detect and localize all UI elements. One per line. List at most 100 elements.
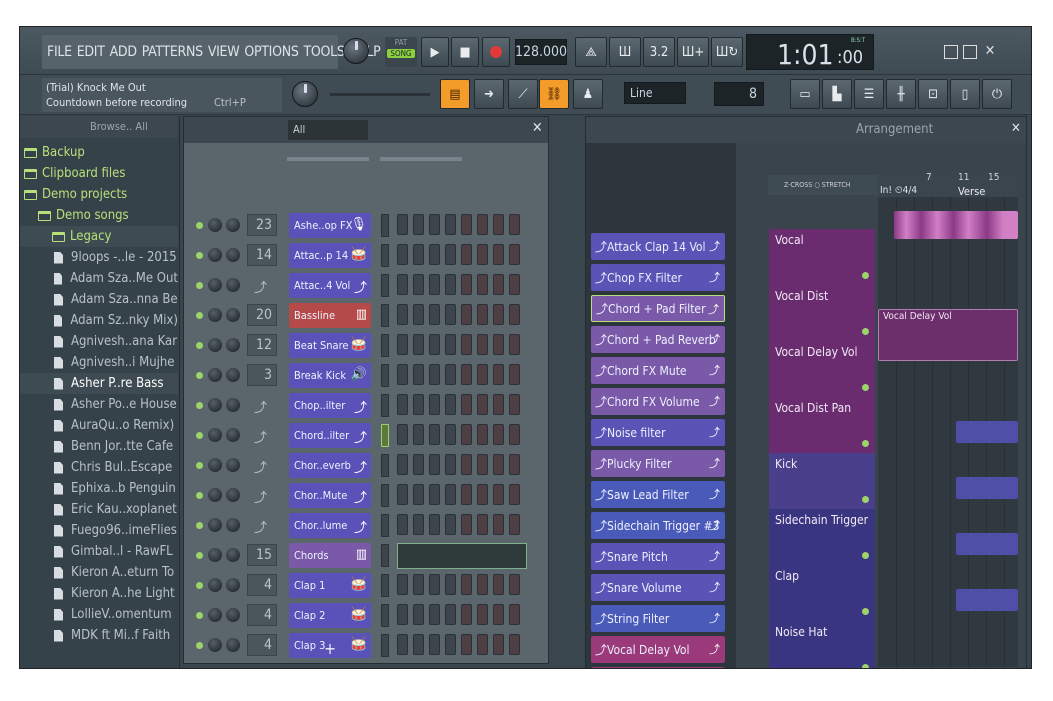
step-button[interactable] bbox=[397, 364, 408, 385]
playlist-close-button[interactable]: ✕ bbox=[1011, 121, 1021, 136]
channel-volume-knob[interactable] bbox=[226, 578, 240, 592]
channel-led[interactable] bbox=[196, 222, 203, 229]
step-button[interactable] bbox=[445, 274, 456, 295]
channel-select[interactable] bbox=[381, 574, 389, 597]
pattern-clip-source[interactable]: ⤴ Chord FX Volume ⤴ bbox=[591, 388, 725, 415]
step-button[interactable] bbox=[445, 214, 456, 235]
channel-name-button[interactable]: Attac..4 Vol ⤴ bbox=[289, 273, 371, 298]
channel-pan-knob[interactable] bbox=[208, 488, 222, 502]
vocal-delay-vol-clip[interactable]: Vocal Delay Vol bbox=[878, 309, 1018, 361]
channel-select[interactable] bbox=[381, 274, 389, 297]
mixer-track-field[interactable]: 20 bbox=[247, 304, 277, 326]
browser-file[interactable]: Adam Sza..nna Be bbox=[20, 289, 178, 310]
step-button[interactable] bbox=[445, 304, 456, 325]
channel-volume-knob[interactable] bbox=[226, 548, 240, 562]
countdown-button[interactable]: 3.2 bbox=[643, 37, 675, 67]
step-button[interactable] bbox=[493, 604, 504, 625]
browser-file[interactable]: Kieron A..he Light bbox=[20, 583, 178, 604]
step-button[interactable] bbox=[397, 424, 408, 445]
step-button[interactable] bbox=[429, 574, 440, 595]
channel-name-button[interactable]: Chor..lume ⤴ bbox=[289, 513, 371, 538]
piano-roll-preview[interactable] bbox=[397, 543, 527, 569]
step-button[interactable] bbox=[461, 304, 472, 325]
mixer-track-field[interactable]: 12 bbox=[247, 334, 277, 356]
channel-led[interactable] bbox=[196, 642, 203, 649]
step-value-field[interactable]: 8 bbox=[714, 82, 764, 106]
mixer-view-button[interactable]: ╫ bbox=[886, 79, 916, 109]
menu-options[interactable]: OPTIONS bbox=[244, 44, 298, 60]
pattern-clip-source[interactable]: ⤴ Chord + Pad Filter ⤴ bbox=[591, 295, 725, 322]
step-button[interactable] bbox=[445, 574, 456, 595]
step-button[interactable] bbox=[413, 484, 424, 505]
channel-volume-knob[interactable] bbox=[226, 488, 240, 502]
channel-volume-knob[interactable] bbox=[226, 368, 240, 382]
link-button[interactable]: ⛓ bbox=[539, 79, 569, 109]
mixer-track-field[interactable]: 4 bbox=[247, 604, 277, 626]
channel-name-button[interactable]: Clap 2 🥁 bbox=[289, 603, 371, 628]
menu-view[interactable]: VIEW bbox=[208, 44, 240, 60]
snap-select[interactable]: Line bbox=[624, 82, 686, 104]
channel-pan-knob[interactable] bbox=[208, 248, 222, 262]
track-mute-led[interactable] bbox=[862, 496, 869, 503]
playlist-grid[interactable]: Vocal Delay Vol bbox=[878, 197, 1018, 667]
channel-name-button[interactable]: Chords ▥ bbox=[289, 543, 371, 568]
channel-select[interactable] bbox=[381, 304, 389, 327]
browser-file[interactable]: Chris Bul..Escape bbox=[20, 457, 178, 478]
channel-led[interactable] bbox=[196, 552, 203, 559]
channel-select[interactable] bbox=[381, 454, 389, 477]
record-button[interactable] bbox=[482, 37, 510, 67]
step-button[interactable] bbox=[397, 394, 408, 415]
browser-folder[interactable]: Legacy bbox=[20, 226, 178, 247]
step-button[interactable] bbox=[461, 424, 472, 445]
step-button[interactable] bbox=[445, 424, 456, 445]
playlist-track[interactable]: Vocal Dist bbox=[769, 285, 875, 341]
step-button[interactable] bbox=[429, 604, 440, 625]
browser-folder[interactable]: Clipboard files bbox=[20, 163, 178, 184]
channel-led[interactable] bbox=[196, 372, 203, 379]
step-button[interactable] bbox=[461, 634, 472, 655]
playlist-track[interactable]: Sidechain Trigger bbox=[769, 509, 875, 565]
step-button[interactable] bbox=[509, 574, 520, 595]
wait-input-button[interactable]: Ш bbox=[609, 37, 641, 67]
step-button[interactable] bbox=[493, 214, 504, 235]
noise-hat-clip[interactable] bbox=[956, 589, 1018, 611]
channel-pan-knob[interactable] bbox=[208, 548, 222, 562]
kick-clip[interactable] bbox=[956, 421, 1018, 443]
channel-name-button[interactable]: Chor..Mute ⤴ bbox=[289, 483, 371, 508]
channel-select[interactable] bbox=[381, 514, 389, 537]
channel-led[interactable] bbox=[196, 522, 203, 529]
step-button[interactable] bbox=[445, 334, 456, 355]
step-button[interactable] bbox=[461, 484, 472, 505]
step-button[interactable] bbox=[461, 334, 472, 355]
timeline-ruler[interactable]: 7 11 15 In! ⏲4/4 Verse bbox=[878, 171, 1018, 198]
track-mute-led[interactable] bbox=[862, 328, 869, 335]
pattern-clip-source[interactable]: ⤴ Snare Pitch ⤴ bbox=[591, 543, 725, 570]
step-button[interactable] bbox=[413, 364, 424, 385]
step-button[interactable] bbox=[445, 484, 456, 505]
channel-led[interactable] bbox=[196, 462, 203, 469]
playlist-view-button[interactable]: ▭ bbox=[790, 79, 820, 109]
mixer-track-field[interactable]: 14 bbox=[247, 244, 277, 266]
plugin-button[interactable]: ⏻ bbox=[982, 79, 1012, 109]
channel-pan-knob[interactable] bbox=[208, 458, 222, 472]
channel-name-button[interactable]: Beat Snare 🥁 bbox=[289, 333, 371, 358]
step-button[interactable] bbox=[429, 514, 440, 535]
channel-volume-knob[interactable] bbox=[226, 308, 240, 322]
channel-pan-knob[interactable] bbox=[208, 218, 222, 232]
minimize-button[interactable] bbox=[944, 45, 958, 59]
channel-volume-knob[interactable] bbox=[226, 278, 240, 292]
step-button[interactable] bbox=[493, 394, 504, 415]
browser-file[interactable]: Agnivesh..ana Kar bbox=[20, 331, 178, 352]
step-button[interactable] bbox=[429, 454, 440, 475]
step-button[interactable] bbox=[429, 274, 440, 295]
pattern-clip-source[interactable]: ⤴ Attack Clap 14 Vol ⤴ bbox=[591, 233, 725, 260]
channel-select[interactable] bbox=[381, 214, 389, 237]
step-button[interactable] bbox=[461, 244, 472, 265]
menu-edit[interactable]: EDIT bbox=[77, 44, 105, 60]
mixer-track-field[interactable]: 3 bbox=[247, 364, 277, 386]
step-button[interactable] bbox=[461, 274, 472, 295]
browser-file[interactable]: Ephixa..b Penguin bbox=[20, 478, 178, 499]
step-button[interactable] bbox=[413, 304, 424, 325]
step-button[interactable] bbox=[477, 304, 488, 325]
channel-volume-knob[interactable] bbox=[226, 638, 240, 652]
